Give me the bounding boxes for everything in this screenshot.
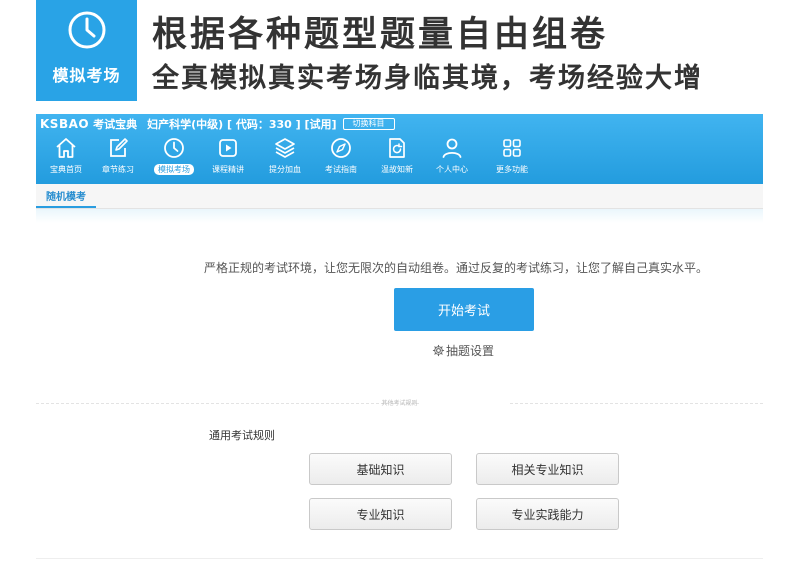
user-icon (442, 138, 462, 158)
play-icon (219, 139, 237, 157)
hero-subtitle: 全真模拟真实考场身临其境，考场经验大增 (152, 63, 703, 94)
nav-item-profile[interactable]: 个人中心 (422, 134, 482, 180)
question-settings-link[interactable]: 抽题设置 (432, 342, 494, 359)
nav-item-course[interactable]: 课程精讲 (198, 134, 258, 180)
divider-text: 其他考试规则 (381, 400, 418, 407)
brand-logo: KSBAO (40, 117, 90, 131)
tab-random-exam[interactable]: 随机模考 (36, 184, 96, 208)
nav-item-chapter[interactable]: 章节练习 (88, 134, 148, 180)
rule-related-knowledge-button[interactable]: 相关专业知识 (476, 453, 619, 485)
gear-icon (432, 344, 445, 357)
start-exam-button[interactable]: 开始考试 (394, 288, 534, 331)
rules-heading: 通用考试规则 (209, 429, 275, 442)
hero-title: 根据各种题型题量自由组卷 (152, 15, 609, 55)
clock-icon (164, 138, 184, 158)
nav-label: 更多功能 (496, 165, 528, 174)
settings-label: 抽题设置 (446, 344, 495, 358)
rule-professional-knowledge-button[interactable]: 专业知识 (309, 498, 452, 530)
rules-divider: 其他考试规则 (36, 398, 763, 410)
nav-label: 课程精讲 (212, 165, 244, 174)
home-icon (56, 138, 76, 158)
badge-label: 模拟考场 (52, 66, 121, 85)
sub-tab-bar: 随机模考 (36, 184, 763, 209)
top-bar: KSBAO 考试宝典 妇产科学(中级) [ 代码：330 ] [试用] 切换科目… (36, 114, 763, 184)
nav-label: 模拟考场 (154, 164, 194, 175)
nav-label: 宝典首页 (50, 165, 82, 174)
nav-item-home[interactable]: 宝典首页 (36, 134, 96, 180)
refresh-doc-icon (389, 138, 405, 158)
rule-basic-knowledge-button[interactable]: 基础知识 (309, 453, 452, 485)
brand-name: 考试宝典 (93, 118, 138, 131)
exam-intro-text: 严格正规的考试环境，让您无限次的自动组卷。通过反复的考试练习，让您了解自己真实水… (204, 261, 709, 275)
nav-item-boost[interactable]: 提分加血 (255, 134, 315, 180)
clock-icon (68, 11, 105, 49)
switch-subject-button[interactable]: 切换科目 (342, 118, 395, 130)
grid-icon (503, 139, 521, 157)
edit-icon (110, 138, 128, 157)
nav-label: 提分加血 (269, 165, 301, 174)
layers-icon (275, 138, 295, 158)
nav-label: 个人中心 (436, 165, 468, 174)
nav-item-more[interactable]: 更多功能 (482, 134, 542, 180)
nav-label: 章节练习 (102, 165, 134, 174)
hero-badge: 模拟考场 (36, 0, 137, 101)
nav-item-review[interactable]: 温故知新 (367, 134, 427, 180)
compass-icon (331, 138, 351, 158)
title-line: KSBAO 考试宝典 妇产科学(中级) [ 代码：330 ] [试用] 切换科目 (40, 117, 395, 131)
nav-label: 温故知新 (381, 165, 413, 174)
main-nav: 宝典首页 章节练习 模拟考场 课程精讲 提分加血 考试指南 温故知新 个人中心 … (36, 134, 763, 180)
header-shadow (36, 209, 763, 223)
page-root: 模拟考场 根据各种题型题量自由组卷 全真模拟真实考场身临其境，考场经验大增 KS… (0, 0, 790, 583)
nav-label: 考试指南 (325, 165, 357, 174)
bottom-divider (36, 558, 763, 559)
rule-practice-ability-button[interactable]: 专业实践能力 (476, 498, 619, 530)
nav-item-guide[interactable]: 考试指南 (311, 134, 371, 180)
nav-item-mock-exam[interactable]: 模拟考场 (144, 134, 204, 180)
subject-info: 妇产科学(中级) [ 代码：330 ] [试用] (147, 118, 337, 131)
app-window: KSBAO 考试宝典 妇产科学(中级) [ 代码：330 ] [试用] 切换科目… (36, 114, 763, 561)
